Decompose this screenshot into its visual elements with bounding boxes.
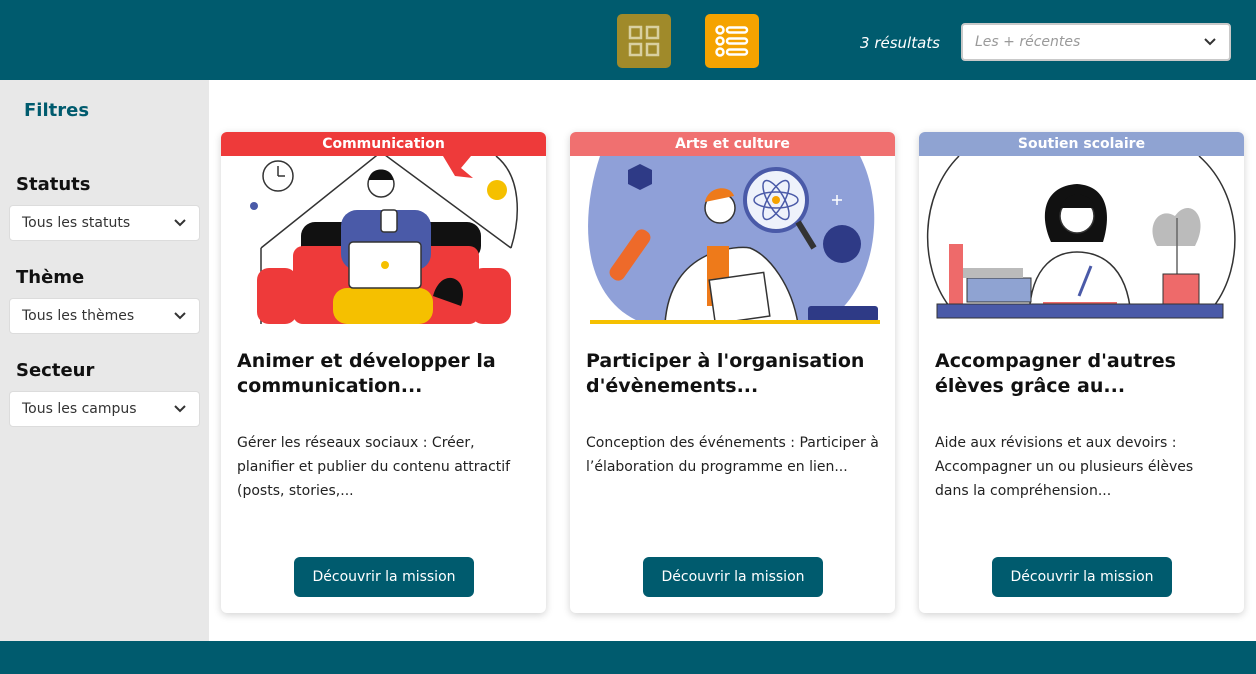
mission-title: Participer à l'organisation d'évènements… <box>586 350 865 397</box>
chevron-down-icon <box>174 219 186 227</box>
mission-description: Gérer les réseaux sociaux : Créer, plani… <box>237 435 511 499</box>
mission-card: Arts et culture Participer à l'organisat… <box>570 132 895 613</box>
footer-bar <box>0 641 1256 674</box>
discover-mission-button[interactable]: Découvrir la mission <box>294 557 474 597</box>
filter-value: Tous les statuts <box>22 215 131 231</box>
list-icon <box>715 25 749 57</box>
mission-card: Soutien scolaire Accompagner d'autres él… <box>919 132 1244 613</box>
discover-mission-button[interactable]: Découvrir la mission <box>992 557 1172 597</box>
filter-select-secteur[interactable]: Tous les campus <box>9 391 200 427</box>
filter-value: Tous les campus <box>22 401 137 417</box>
mission-title: Animer et développer la communication... <box>237 350 496 397</box>
discover-mission-button[interactable]: Découvrir la mission <box>643 557 823 597</box>
mission-description: Aide aux révisions et aux devoirs : Acco… <box>935 435 1194 499</box>
filter-label-secteur: Secteur <box>16 360 95 381</box>
filters-title: Filtres <box>24 100 90 121</box>
filter-label-statuts: Statuts <box>16 174 91 195</box>
sort-select-placeholder: Les + récentes <box>975 34 1081 50</box>
communication-illustration <box>250 156 518 324</box>
mission-description: Conception des événements : Participer à… <box>586 435 879 475</box>
chevron-down-icon <box>174 312 186 320</box>
filter-label-theme: Thème <box>16 267 85 288</box>
chevron-down-icon <box>174 405 186 413</box>
top-bar: 3 résultats Les + récentes <box>0 0 1256 80</box>
filter-select-theme[interactable]: Tous les thèmes <box>9 298 200 334</box>
missions-list: Communication Animer et développer la co… <box>209 80 1256 641</box>
sort-select[interactable]: Les + récentes <box>961 23 1231 61</box>
filter-value: Tous les thèmes <box>22 308 135 324</box>
filter-select-statuts[interactable]: Tous les statuts <box>9 205 200 241</box>
grid-view-button[interactable] <box>617 14 671 68</box>
mission-card: Communication Animer et développer la co… <box>221 132 546 613</box>
category-badge: Soutien scolaire <box>919 132 1244 156</box>
mission-title: Accompagner d'autres élèves grâce au... <box>935 350 1176 397</box>
tutoring-illustration <box>926 156 1236 319</box>
arts-culture-illustration <box>588 156 880 324</box>
grid-icon <box>628 25 660 57</box>
results-count: 3 résultats <box>860 34 940 52</box>
chevron-down-icon <box>1204 38 1216 46</box>
list-view-button[interactable] <box>705 14 759 68</box>
category-badge: Communication <box>221 132 546 156</box>
filters-sidebar: Filtres Statuts Tous les statuts Thème T… <box>0 80 209 641</box>
category-badge: Arts et culture <box>570 132 895 156</box>
